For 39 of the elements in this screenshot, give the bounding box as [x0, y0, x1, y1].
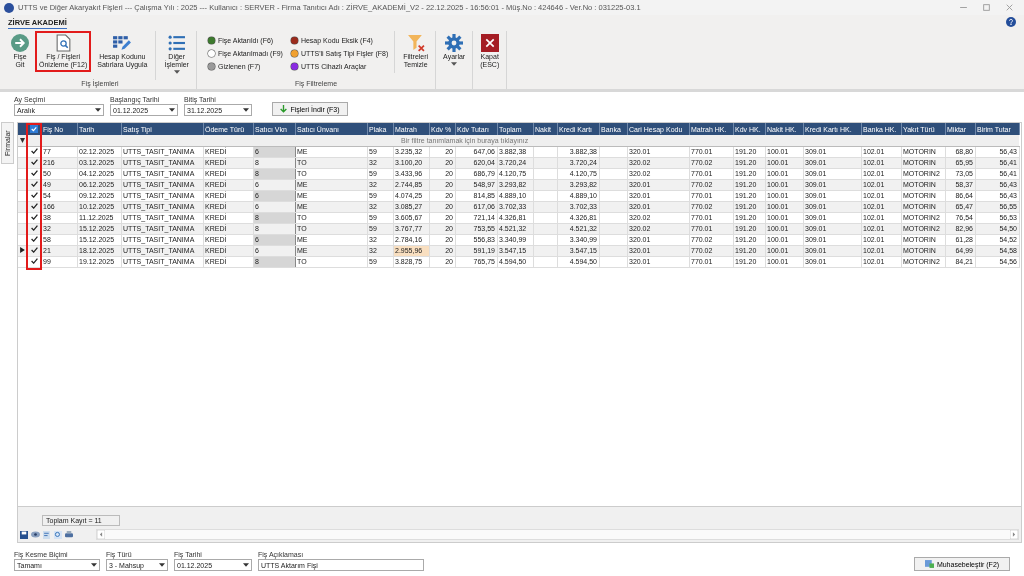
- print-icon[interactable]: [65, 530, 73, 539]
- help-icon[interactable]: [1006, 17, 1016, 27]
- checkmark-icon[interactable]: [30, 159, 38, 165]
- save-icon[interactable]: [20, 530, 28, 539]
- app-logo-icon: [4, 2, 14, 13]
- checkmark-icon[interactable]: [30, 181, 38, 187]
- scroll-left-icon[interactable]: [97, 530, 105, 539]
- checkmark-icon[interactable]: [30, 148, 38, 154]
- checkmark-icon[interactable]: [30, 225, 38, 231]
- grid-edit-icon: [112, 34, 133, 52]
- select-all-checkbox[interactable]: [30, 124, 38, 133]
- settings-icon: [445, 34, 464, 52]
- caret-icon: [173, 70, 180, 75]
- document-search-icon: [55, 34, 71, 52]
- list-icon: [168, 34, 186, 52]
- checkmark-icon[interactable]: [30, 247, 38, 253]
- caret-icon: [243, 108, 249, 112]
- caret-icon: [159, 563, 165, 567]
- caret-icon: [169, 108, 175, 112]
- caret-icon: [91, 563, 97, 567]
- scroll-right-icon[interactable]: [1010, 530, 1018, 539]
- arrow-right-icon: [11, 34, 29, 52]
- filter-row-icon: [19, 137, 25, 143]
- checkmark-icon[interactable]: [30, 203, 38, 209]
- checkmark-icon[interactable]: [30, 258, 38, 264]
- document-filter-icon[interactable]: [43, 530, 51, 539]
- checkmark-icon[interactable]: [30, 170, 38, 176]
- checkmark-icon[interactable]: [30, 236, 38, 242]
- caret-icon: [95, 108, 101, 112]
- arrow-down-icon: [280, 105, 288, 113]
- checkmark-icon[interactable]: [30, 214, 38, 220]
- filter-clear-icon: [406, 34, 425, 52]
- caret-icon: [451, 62, 458, 67]
- checkmark-icon[interactable]: [30, 192, 38, 198]
- caret-icon: [243, 563, 249, 567]
- zoom-icon[interactable]: [54, 530, 62, 539]
- horizontal-scrollbar[interactable]: [96, 529, 1019, 540]
- eye-icon[interactable]: [31, 531, 40, 538]
- close-icon: [480, 34, 499, 52]
